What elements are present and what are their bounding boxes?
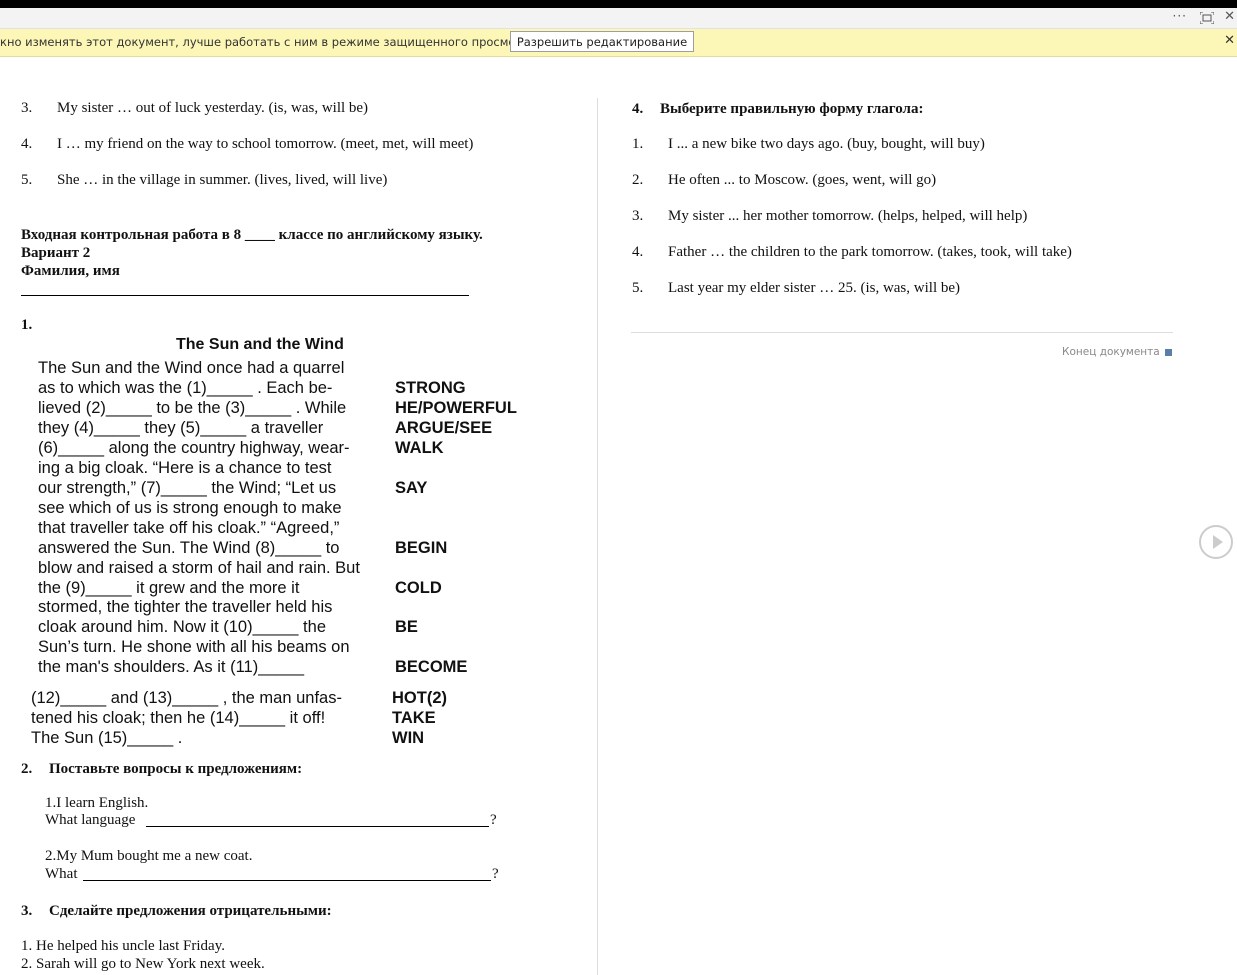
story-keyword: BEGIN <box>395 539 448 557</box>
exercise-item: My sister … out of luck yesterday. (is, … <box>57 100 369 116</box>
negative-item: 1. He helped his uncle last Friday. <box>21 938 225 954</box>
story-line: see which of us is strong enough to make <box>38 499 342 517</box>
negative-item: 2. Sarah will go to New York next week. <box>21 956 265 972</box>
story-line: blow and raised a storm of hail and rain… <box>38 559 360 577</box>
end-marker-icon <box>1165 349 1172 356</box>
play-icon[interactable] <box>1199 525 1233 559</box>
enable-editing-button[interactable]: Разрешить редактирование <box>510 31 694 52</box>
item-number: 5. <box>21 172 33 188</box>
question-mark: ? <box>490 812 497 828</box>
story-line: answered the Sun. The Wind (8)_____ to <box>38 539 340 557</box>
item-number: 4. <box>632 244 644 260</box>
section-2-number: 2. <box>21 761 33 777</box>
story-line: the (9)_____ it grew and the more it <box>38 579 300 597</box>
test-heading: Входная контрольная работа в 8 ____ клас… <box>21 227 483 243</box>
exercise-item: Last year my elder sister … 25. (is, was… <box>668 280 961 296</box>
story-line: our strength,” (7)_____ the Wind; “Let u… <box>38 479 337 497</box>
story-line: the man's shoulders. As it (11)_____ <box>38 658 305 676</box>
story-keyword: ARGUE/SEE <box>395 419 493 437</box>
name-label: Фамилия, имя <box>21 263 120 279</box>
story-line: ing a big cloak. “Here is a chance to te… <box>38 459 332 477</box>
exercise-item: I … my friend on the way to school tomor… <box>57 136 474 152</box>
item-number: 4. <box>21 136 33 152</box>
story-line: tened his cloak; then he (14)_____ it of… <box>31 709 326 727</box>
protected-view-message: кно изменять этот документ, лучше работа… <box>0 35 541 49</box>
story-line: Sun’s turn. He shone with all his beams … <box>38 638 350 656</box>
close-icon[interactable]: ✕ <box>1224 9 1235 24</box>
answer-line[interactable] <box>83 880 491 881</box>
end-of-document-label: Конец документа <box>1062 346 1160 358</box>
window-top-border <box>0 0 1237 8</box>
exercise-item: My sister ... her mother tomorrow. (help… <box>668 208 1028 224</box>
story-keyword: TAKE <box>392 709 436 727</box>
story-line: cloak around him. Now it (10)_____ the <box>38 618 326 636</box>
variant-label: Вариант 2 <box>21 245 91 261</box>
exercise-item: Father … the children to the park tomorr… <box>668 244 1072 260</box>
story-line: (12)_____ and (13)_____ , the man unfas- <box>31 689 342 707</box>
story-line: The Sun (15)_____ . <box>31 729 183 747</box>
story-line: (6)_____ along the country highway, wear… <box>38 439 350 457</box>
story-line: that traveller take off his cloak.” “Agr… <box>38 519 340 537</box>
story-keyword: BE <box>395 618 418 636</box>
title-strip: ··· ✕ <box>0 8 1237 29</box>
section-4-number: 4. <box>632 101 644 117</box>
end-separator <box>631 332 1173 333</box>
item-number: 3. <box>21 100 33 116</box>
story-line: as to which was the (1)_____ . Each be- <box>38 379 333 397</box>
story-line: stormed, the tighter the traveller held … <box>38 598 333 616</box>
item-number: 5. <box>632 280 644 296</box>
story-keyword: WIN <box>392 729 425 747</box>
story-line: The Sun and the Wind once had a quarrel <box>38 359 345 377</box>
answer-line[interactable] <box>146 826 489 827</box>
more-icon[interactable]: ··· <box>1173 9 1187 23</box>
question-mark: ? <box>492 866 499 882</box>
story-keyword: WALK <box>395 439 444 457</box>
section-3-title: Сделайте предложения отрицательными: <box>49 903 332 919</box>
story-line: they (4)_____ they (5)_____ a traveller <box>38 419 324 437</box>
exercise-item: He often ... to Moscow. (goes, went, wil… <box>668 172 937 188</box>
section-1-number: 1. <box>21 317 33 333</box>
fit-window-icon[interactable] <box>1197 10 1217 26</box>
story-keyword: SAY <box>395 479 428 497</box>
section-3-number: 3. <box>21 903 33 919</box>
story-keyword: COLD <box>395 579 442 597</box>
story-keyword: HE/POWERFUL <box>395 399 517 417</box>
question-prompt: What <box>45 866 78 882</box>
item-number: 2. <box>632 172 644 188</box>
message-close-icon[interactable]: ✕ <box>1224 33 1235 48</box>
section-2-title: Поставьте вопросы к предложениям: <box>49 761 303 777</box>
exercise-item: I ... a new bike two days ago. (buy, bou… <box>668 136 985 152</box>
question-sentence: 2.My Mum bought me a new coat. <box>45 848 253 864</box>
question-sentence: 1.I learn English. <box>45 795 149 811</box>
story-keyword: STRONG <box>395 379 466 397</box>
column-divider <box>597 98 598 975</box>
exercise-item: She … in the village in summer. (lives, … <box>57 172 388 188</box>
story-keyword: HOT(2) <box>392 689 447 707</box>
section-4-title: Выберите правильную форму глагола: <box>660 101 924 117</box>
story-line: lieved (2)_____ to be the (3)_____ . Whi… <box>38 399 347 417</box>
story-title: The Sun and the Wind <box>176 336 344 353</box>
story-keyword: BECOME <box>395 658 468 676</box>
item-number: 1. <box>632 136 644 152</box>
item-number: 3. <box>632 208 644 224</box>
name-underline <box>21 295 469 296</box>
protected-view-bar: кно изменять этот документ, лучше работа… <box>0 29 1237 57</box>
question-prompt: What language <box>45 812 136 828</box>
